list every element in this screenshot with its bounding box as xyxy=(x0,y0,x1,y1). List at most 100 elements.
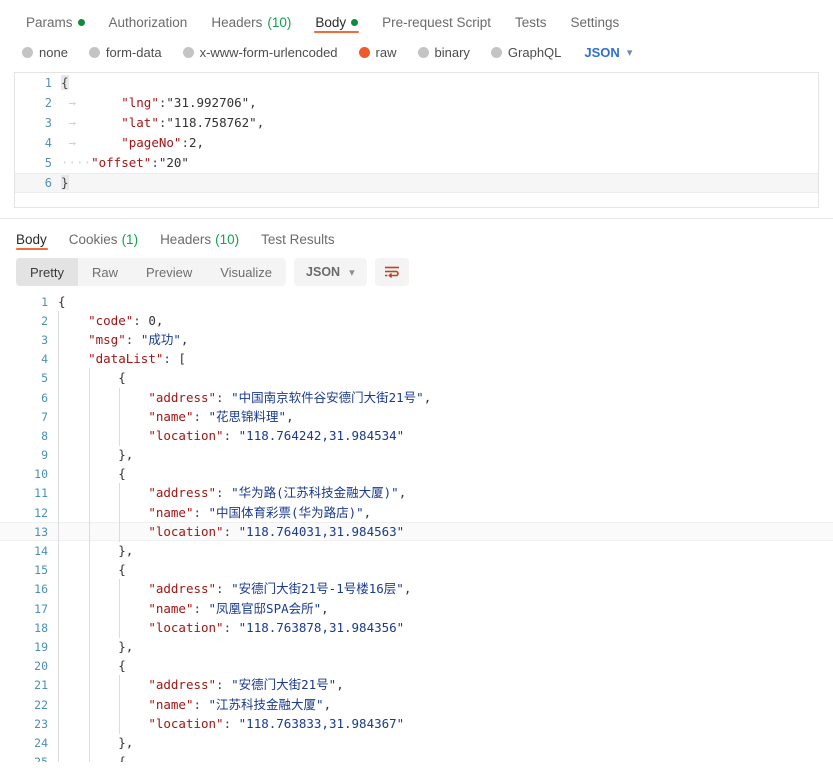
response-tab-test-results[interactable]: Test Results xyxy=(250,219,346,252)
response-tab-headers[interactable]: Headers (10) xyxy=(149,219,250,252)
response-tab-label: Body xyxy=(16,232,47,247)
indent-guide xyxy=(88,368,90,389)
response-tab-bar: Body Cookies (1) Headers (10) Test Results xyxy=(0,219,833,252)
response-code-line: 15 { xyxy=(0,560,833,581)
response-line-number: 15 xyxy=(34,563,48,578)
request-tab-params[interactable]: Params xyxy=(14,0,97,36)
request-tab-authorization[interactable]: Authorization xyxy=(97,0,200,36)
indent-guide xyxy=(58,329,59,350)
request-line-number: 6 xyxy=(44,176,52,190)
radio-button-icon xyxy=(22,46,33,58)
radio-button-icon xyxy=(358,46,370,58)
request-line-number: 1 xyxy=(44,76,52,90)
body-type-radio-binary[interactable]: binary xyxy=(417,44,470,60)
response-line-number: 4 xyxy=(41,352,48,367)
response-tab-label: Headers xyxy=(160,232,212,247)
response-code-line: 9 }, xyxy=(0,445,833,466)
request-tab-body[interactable]: Body xyxy=(303,0,370,36)
indent-guide xyxy=(58,368,59,389)
response-format-dropdown[interactable]: JSON ▾ xyxy=(294,258,367,286)
request-line-number: 5 xyxy=(44,156,52,170)
response-code-text: { xyxy=(58,560,126,581)
response-code-line: 10 { xyxy=(0,464,833,485)
response-line-number: 7 xyxy=(41,409,48,424)
response-code-line: 18 "location": "118.763878,31.984356" xyxy=(0,617,833,638)
indent-guide xyxy=(58,579,59,600)
indent-guide xyxy=(119,675,120,696)
response-tab-cookies[interactable]: Cookies (1) xyxy=(58,219,149,252)
body-type-radio-form-data[interactable]: form-data xyxy=(88,44,162,60)
indent-guide xyxy=(88,502,90,523)
indent-guide xyxy=(119,713,120,734)
response-code-line: 16 "address": "安德门大街21号-1号楼16层", xyxy=(0,579,833,600)
body-type-radio-graphql[interactable]: GraphQL xyxy=(490,44,562,60)
response-line-number: 18 xyxy=(34,620,48,635)
response-view-preview[interactable]: Preview xyxy=(132,258,206,286)
indent-guide xyxy=(119,598,120,619)
response-line-number: 14 xyxy=(34,544,48,559)
body-type-radio-x-www-form-urlencoded[interactable]: x-www-form-urlencoded xyxy=(182,45,338,60)
response-code-text: "location": "118.764242,31.984534" xyxy=(58,425,404,446)
request-tab-tests[interactable]: Tests xyxy=(503,0,559,36)
request-code-text: { xyxy=(61,75,69,90)
indent-guide xyxy=(58,310,59,331)
indent-guide xyxy=(88,483,90,504)
response-line-number: 23 xyxy=(34,716,48,731)
request-line-number: 4 xyxy=(44,136,52,150)
request-format-dropdown[interactable]: JSON ▾ xyxy=(584,45,632,60)
response-line-number: 20 xyxy=(34,659,48,674)
request-body-editor[interactable]: 1{2 → "lng":"31.992706", 3 → "lat":"118.7… xyxy=(14,72,819,208)
body-type-radio-none[interactable]: none xyxy=(22,45,68,60)
request-code-line: 6} xyxy=(15,173,818,193)
word-wrap-button[interactable] xyxy=(374,258,409,286)
indent-guide xyxy=(58,483,59,504)
indent-guide xyxy=(88,464,90,485)
response-code-line: 23 "location": "118.763833,31.984367" xyxy=(0,713,833,734)
body-type-label: binary xyxy=(434,44,470,60)
body-type-label: form-data xyxy=(105,44,162,60)
response-code-line: 13 "location": "118.764031,31.984563" xyxy=(0,521,833,542)
request-code-text: } xyxy=(61,175,69,190)
response-code-text: "name": "花思锦料理", xyxy=(58,406,294,427)
response-code-line: 17 "name": "凤凰官邸SPA会所", xyxy=(0,598,833,619)
response-view-raw[interactable]: Raw xyxy=(78,258,132,286)
response-code-text: { xyxy=(58,752,126,762)
request-tab-label: Headers xyxy=(211,14,263,30)
request-tab-label: Settings xyxy=(570,14,620,30)
response-code-text: }, xyxy=(58,541,133,562)
response-line-number: 5 xyxy=(41,371,48,386)
indent-guide xyxy=(88,656,90,677)
response-line-number: 22 xyxy=(34,697,48,712)
indent-guide xyxy=(119,483,120,504)
response-line-number: 24 xyxy=(34,735,48,750)
indent-guide xyxy=(119,502,120,523)
indent-guide xyxy=(88,579,90,600)
indent-guide xyxy=(58,560,59,581)
response-format-label: JSON xyxy=(306,265,341,279)
response-body-viewer[interactable]: 1{2 "code": 0, 3 "msg": "成功", 4 "dataList"… xyxy=(0,292,833,762)
indent-guide xyxy=(88,694,90,715)
request-tab-settings[interactable]: Settings xyxy=(558,0,631,36)
request-tab-pre-request-script[interactable]: Pre-request Script xyxy=(370,0,503,36)
response-view-visualize[interactable]: Visualize xyxy=(206,258,286,286)
response-line-number: 1 xyxy=(41,294,48,309)
response-view-pretty[interactable]: Pretty xyxy=(16,258,78,286)
radio-button-icon xyxy=(490,46,502,58)
body-type-label: none xyxy=(39,44,68,60)
request-tab-headers[interactable]: Headers (10) xyxy=(199,0,303,36)
indent-guide xyxy=(88,617,90,638)
api-client-window: Params Authorization Headers (10) Body Pre-re… xyxy=(0,0,833,780)
response-tab-body[interactable]: Body xyxy=(14,219,58,252)
chevron-down-icon: ▾ xyxy=(626,46,633,59)
request-code-line: 1{ xyxy=(15,73,818,93)
modified-indicator-dot-icon xyxy=(77,18,85,26)
indent-guide xyxy=(88,560,90,581)
indent-guide xyxy=(88,752,90,762)
indent-guide xyxy=(119,521,120,542)
response-code-text: "name": "江苏科技金融大厦", xyxy=(58,694,331,715)
body-type-radio-raw[interactable]: raw xyxy=(358,45,397,60)
body-type-label: GraphQL xyxy=(507,44,562,60)
response-line-number: 16 xyxy=(34,582,48,597)
indent-guide xyxy=(88,541,90,562)
indent-guide xyxy=(88,598,90,619)
